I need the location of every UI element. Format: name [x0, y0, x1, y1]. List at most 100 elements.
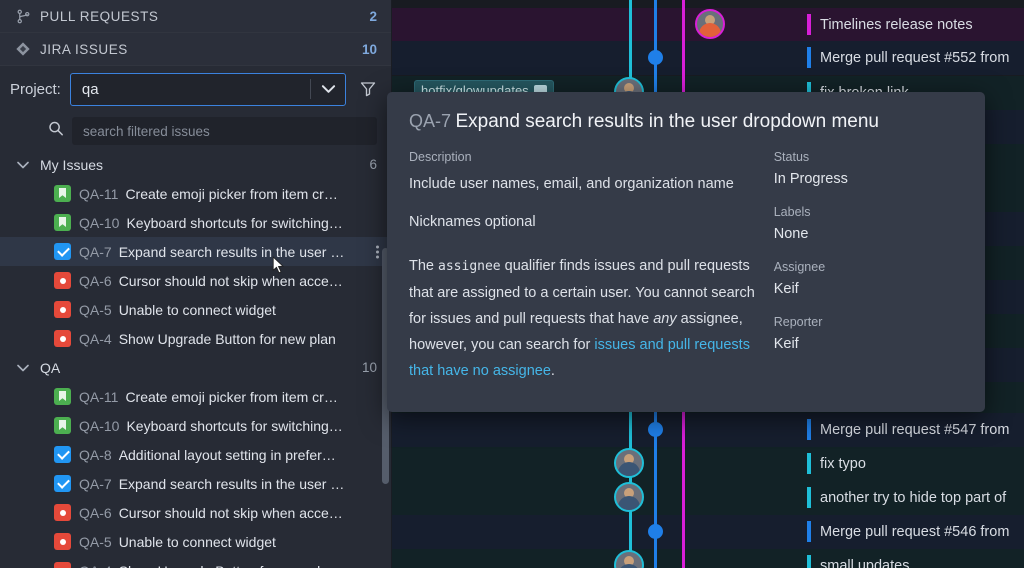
- issue-title: Keyboard shortcuts for switching…: [126, 418, 383, 434]
- status-label: Status: [774, 150, 961, 164]
- commit-lane-marker: [807, 453, 811, 474]
- issue-list-item[interactable]: QA-10 Keyboard shortcuts for switching…: [0, 411, 391, 440]
- issue-group-header[interactable]: QA10: [0, 353, 391, 382]
- commit-lane-marker: [807, 555, 811, 568]
- commit-node[interactable]: [648, 422, 663, 437]
- issue-type-story-icon: [54, 214, 71, 231]
- commit-author-avatar[interactable]: [695, 9, 725, 39]
- project-dropdown-value: qa: [71, 81, 310, 98]
- issue-key: QA-6: [79, 273, 112, 289]
- description-paragraph: The assignee qualifier finds issues and …: [409, 253, 774, 384]
- issue-list-item[interactable]: QA-7Expand search results in the user …: [0, 237, 391, 266]
- description-label: Description: [409, 150, 774, 164]
- issue-key: QA-4: [79, 331, 112, 347]
- jira-sidebar: PULL REQUESTS 2 JIRA ISSUES 10 Project: …: [0, 0, 392, 568]
- description-line-2: Nicknames optional: [409, 209, 774, 235]
- popup-issue-title: Expand search results in the user dropdo…: [455, 111, 879, 132]
- issue-list-item[interactable]: QA-7Expand search results in the user …: [0, 469, 391, 498]
- issue-key: QA-5: [79, 534, 112, 550]
- issue-type-bug-icon: [54, 330, 71, 347]
- issue-title: Show Upgrade Button for new plan: [119, 331, 383, 347]
- commit-author-avatar[interactable]: [614, 448, 644, 478]
- labels-field: Labels None: [774, 205, 961, 242]
- issue-list-item[interactable]: QA-6 Cursor should not skip when acce…: [0, 266, 391, 295]
- commit-row-background: [392, 447, 1024, 481]
- issue-list-item[interactable]: QA-10Keyboard shortcuts for switching…: [0, 208, 391, 237]
- commit-lane-marker: [807, 487, 811, 508]
- reporter-label: Reporter: [774, 315, 961, 329]
- commit-author-avatar[interactable]: [614, 482, 644, 512]
- issue-title: Unable to connect widget: [119, 534, 383, 550]
- issue-detail-popup[interactable]: QA-7 Expand search results in the user d…: [387, 92, 985, 412]
- commit-message: Timelines release notes: [820, 17, 973, 33]
- issue-key: QA-10: [79, 418, 119, 434]
- issue-list-item[interactable]: QA-4 Show Upgrade Button for new plan: [0, 556, 391, 568]
- commit-row[interactable]: Merge pull request #546 from: [392, 515, 1024, 549]
- issue-type-task-icon: [54, 475, 71, 492]
- reporter-value: Keif: [774, 336, 961, 352]
- issue-key: QA-7: [79, 476, 112, 492]
- issue-group-header[interactable]: My Issues6: [0, 150, 391, 179]
- issue-type-bug-icon: [54, 504, 71, 521]
- search-row: search filtered issues: [0, 112, 391, 150]
- issue-key: QA-4: [79, 563, 112, 568]
- commit-node[interactable]: [648, 524, 663, 539]
- para-emphasis-any: any: [653, 311, 676, 327]
- issue-list-item[interactable]: QA-4 Show Upgrade Button for new plan: [0, 324, 391, 353]
- commit-lane-marker: [807, 14, 811, 35]
- pull-requests-label: PULL REQUESTS: [34, 9, 369, 24]
- labels-label: Labels: [774, 205, 961, 219]
- issue-list-item[interactable]: QA-6Cursor should not skip when acce…: [0, 498, 391, 527]
- commit-row[interactable]: small updates: [392, 549, 1024, 568]
- issue-list-item[interactable]: QA-8Additional layout setting in prefer…: [0, 440, 391, 469]
- para-code-assignee: assignee: [438, 259, 501, 274]
- issue-title: Create emoji picker from item cr…: [125, 186, 383, 202]
- popup-issue-key: QA-7: [409, 111, 451, 131]
- avatar-body: [699, 23, 721, 37]
- chevron-down-icon[interactable]: [311, 84, 345, 94]
- commit-message: another try to hide top part of: [820, 490, 1006, 506]
- jira-issues-count: 10: [362, 42, 377, 57]
- commit-message: Merge pull request #547 from: [820, 422, 1009, 438]
- issue-type-story-icon: [54, 185, 71, 202]
- issue-list-item[interactable]: QA-5 Unable to connect widget: [0, 527, 391, 556]
- issue-tree: My Issues6 QA-11 Create emoji picker from …: [0, 150, 391, 568]
- sidebar-item-pull-requests[interactable]: PULL REQUESTS 2: [0, 0, 391, 33]
- search-input[interactable]: search filtered issues: [72, 117, 377, 145]
- issue-key: QA-11: [79, 389, 118, 405]
- chevron-down-icon[interactable]: [12, 161, 34, 169]
- avatar-body: [618, 564, 640, 568]
- assignee-label: Assignee: [774, 260, 961, 274]
- issue-list-item[interactable]: QA-11Create emoji picker from item cr…: [0, 382, 391, 411]
- commit-row[interactable]: Merge pull request #547 from: [392, 413, 1024, 447]
- issue-key: QA-8: [79, 447, 112, 463]
- commit-row[interactable]: fix typo: [392, 447, 1024, 481]
- issue-type-story-icon: [54, 388, 71, 405]
- status-field: Status In Progress: [774, 150, 961, 187]
- issue-title: Expand search results in the user …: [119, 244, 383, 260]
- commit-node[interactable]: [648, 50, 663, 65]
- issue-title: Cursor should not skip when acce…: [119, 273, 383, 289]
- commit-lane-marker: [807, 419, 811, 440]
- issue-group-count: 6: [369, 157, 377, 172]
- commit-row[interactable]: another try to hide top part of: [392, 481, 1024, 515]
- commit-row[interactable]: Merge pull request #552 from: [392, 41, 1024, 75]
- issue-list-item[interactable]: QA-5Unable to connect widget: [0, 295, 391, 324]
- sidebar-item-jira-issues[interactable]: JIRA ISSUES 10: [0, 33, 391, 66]
- funnel-icon[interactable]: [355, 76, 381, 102]
- issue-key: QA-11: [79, 186, 118, 202]
- issue-list-item[interactable]: QA-11 Create emoji picker from item cr…: [0, 179, 391, 208]
- para-text-4: .: [551, 363, 555, 379]
- reporter-field: Reporter Keif: [774, 315, 961, 352]
- issue-type-task-icon: [54, 243, 71, 260]
- diamond-icon: [12, 41, 34, 57]
- issue-title: Show Upgrade Button for new plan: [119, 563, 383, 568]
- popup-meta-column: Status In Progress Labels None Assignee …: [774, 150, 961, 384]
- issue-type-bug-icon: [54, 301, 71, 318]
- project-dropdown[interactable]: qa: [70, 73, 346, 106]
- project-label: Project:: [10, 81, 61, 98]
- chevron-down-icon[interactable]: [12, 364, 34, 372]
- issue-type-story-icon: [54, 417, 71, 434]
- issue-title: Unable to connect widget: [119, 302, 383, 318]
- issue-more-actions-icon[interactable]: [376, 245, 379, 258]
